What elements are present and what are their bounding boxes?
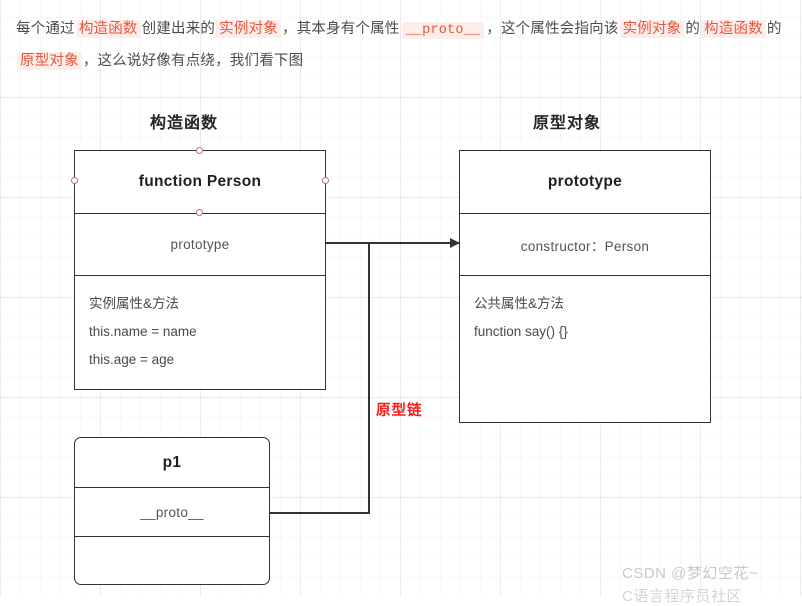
watermark-line-1: CSDN @梦幻空花~ [622,565,759,582]
uml-p1-proto-label: __proto__ [140,504,204,520]
uml-prototype-header-label: prototype [547,173,623,190]
intro-paragraph: 每个通过 构造函数 创建出来的 实例对象 ，其本身有个属性 __proto__ ，这个属性会… [16,14,788,77]
annotation-prototype-chain: 原型链 [376,403,423,419]
intro-text-c: ，其本身有个属性 [281,21,400,37]
uml-row-prototype-header: prototype [460,151,710,213]
connector-prototype-to-prototype-object [326,242,459,244]
uml-row-person-header: function Person [75,151,325,213]
uml-row-prototype-constructor: constructor：Person [460,213,710,275]
column-title-prototype: 原型对象 [533,115,602,132]
intro-highlight-prototype-obj: 原型对象 [17,52,82,70]
uml-box-p1-instance[interactable]: p1 __proto__ [74,437,270,585]
uml-person-header-label: function Person [138,173,262,190]
selection-handle-bottom[interactable] [196,208,203,216]
intro-code-proto: __proto__ [401,22,485,39]
intro-highlight-instance-2: 实例对象 [619,20,685,38]
uml-row-p1-header: p1 [75,438,269,487]
uml-p1-header-label: p1 [162,453,182,471]
intro-text-d: ，这个属性会指向该 [486,21,619,37]
selection-handle-left[interactable] [70,177,78,184]
uml-diagram-canvas: 构造函数 原型对象 function Person prototype 实例属性… [0,92,802,597]
uml-box-prototype[interactable]: prototype constructor：Person 公共属性&方法 fun… [459,150,711,423]
intro-text-f: 的 [766,21,782,37]
intro-highlight-instance-1: 实例对象 [216,20,281,38]
connector-p1-proto-horizontal [270,512,370,514]
uml-box-function-person[interactable]: function Person prototype 实例属性&方法 this.n… [74,150,326,390]
column-title-constructor: 构造函数 [150,115,219,132]
connector-p1-proto-vertical [368,242,370,514]
uml-person-body-line-2: this.age = age [89,352,175,367]
uml-person-body-title: 实例属性&方法 [89,296,180,311]
arrowhead-icon [450,237,460,248]
uml-row-person-body: 实例属性&方法 this.name = name this.age = age [75,275,325,389]
uml-row-p1-body [75,536,269,584]
uml-row-prototype-body: 公共属性&方法 function say() {} [460,275,710,422]
watermark-line-2: C语言程序员社区 [622,588,742,605]
intro-highlight-constructor-2: 构造函数 [701,20,766,38]
selection-handle-top[interactable] [196,146,203,154]
uml-prototype-body-line-1: function say() {} [474,324,568,339]
uml-person-prototype-label: prototype [170,237,230,252]
selection-handle-right[interactable] [322,177,329,184]
intro-text-b: 创建出来的 [141,21,216,37]
intro-text-e: 的 [685,21,701,37]
intro-highlight-constructor-1: 构造函数 [75,20,141,38]
uml-row-p1-proto: __proto__ [75,487,269,536]
uml-prototype-body-title: 公共属性&方法 [474,296,565,311]
intro-text-a: 每个通过 [16,21,75,37]
uml-person-body-line-1: this.name = name [89,324,197,339]
uml-prototype-constructor-label: constructor：Person [520,238,650,254]
intro-text-g: ，这么说好像有点绕，我们看下图 [82,53,304,69]
uml-row-person-prototype: prototype [75,213,325,275]
